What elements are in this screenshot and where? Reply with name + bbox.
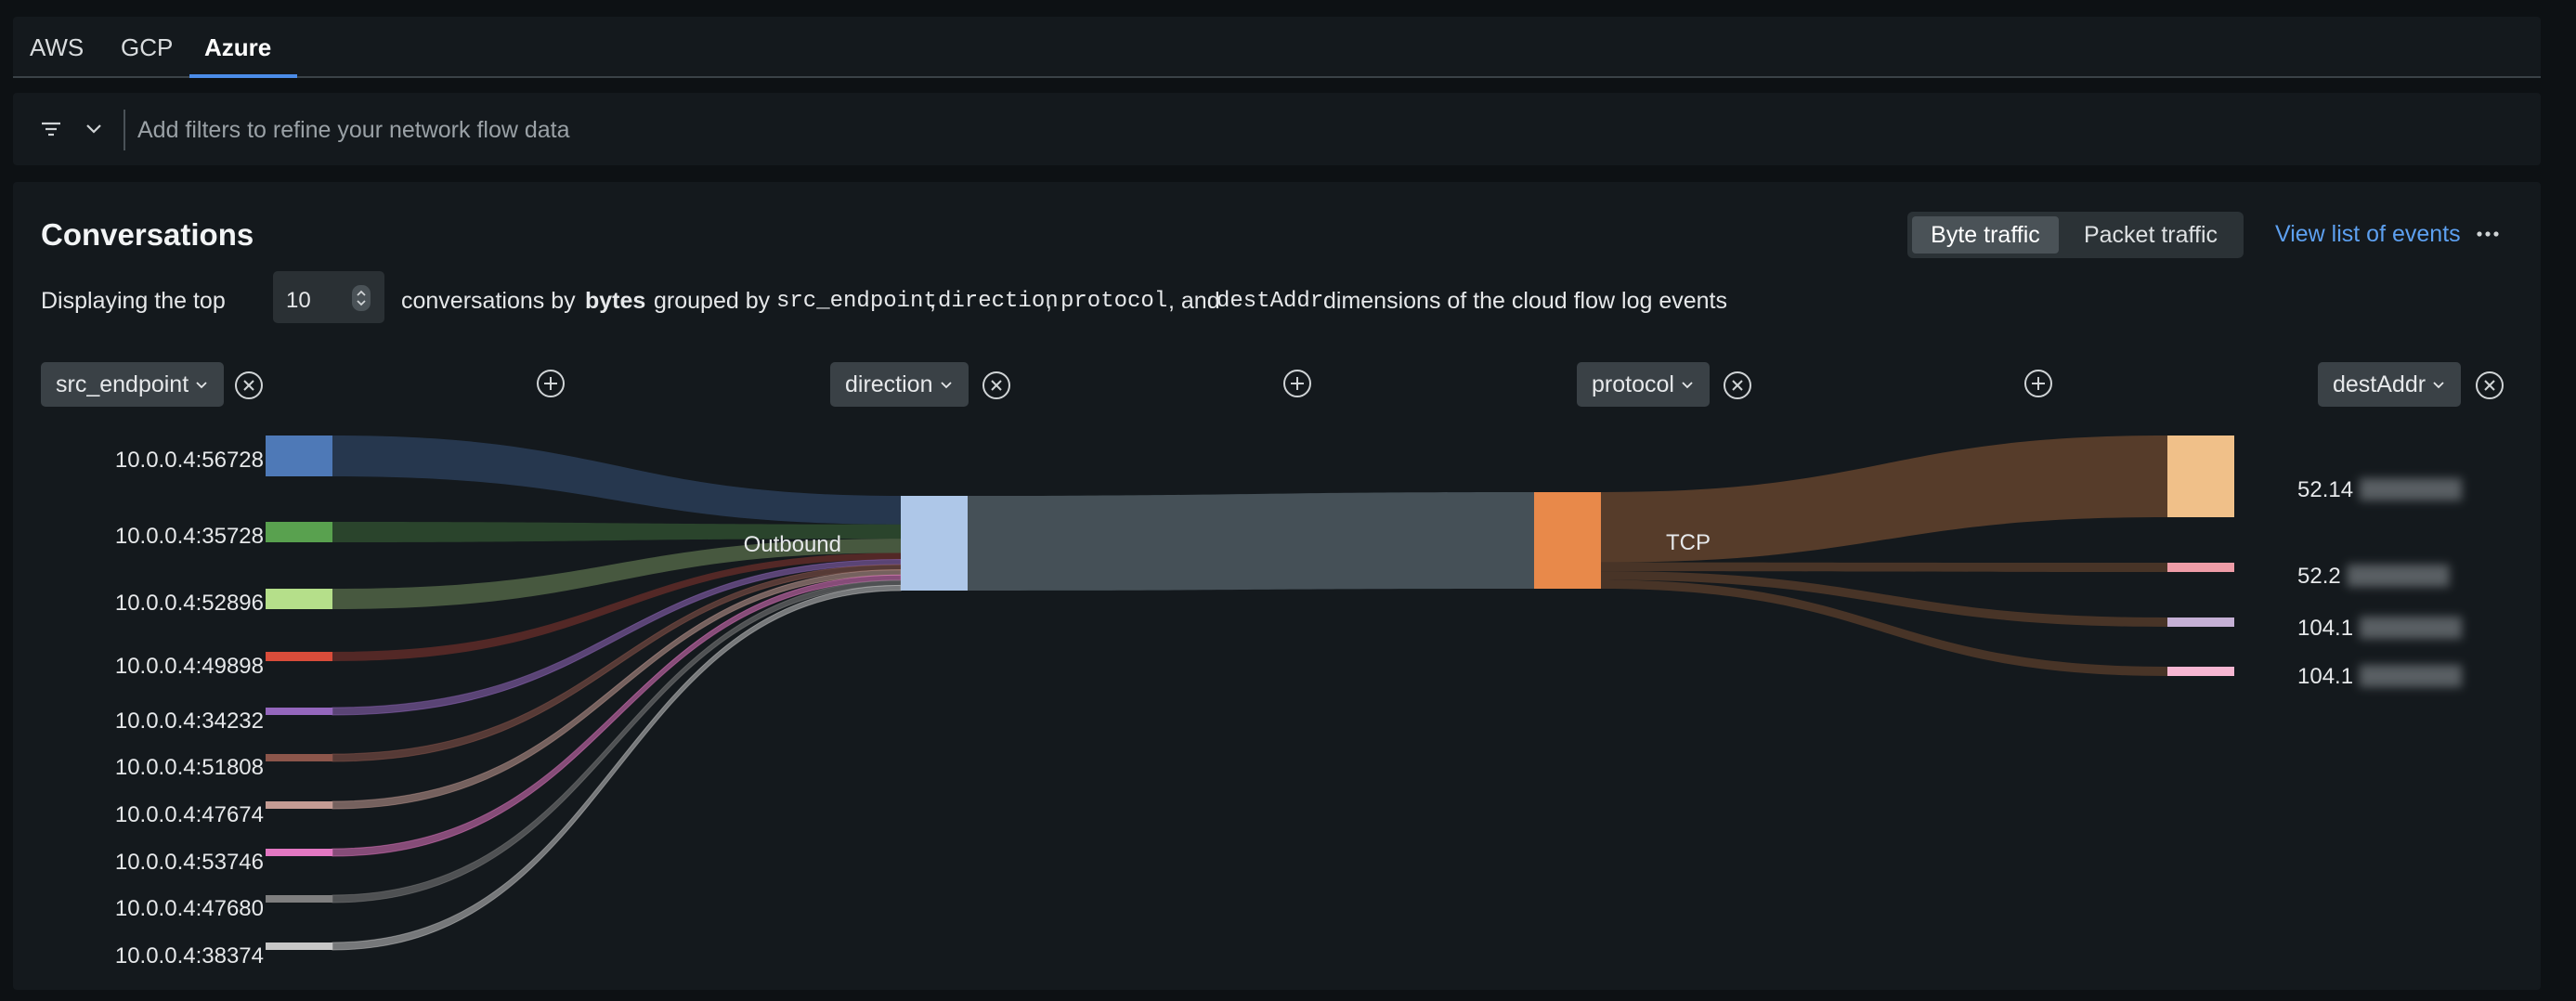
sentence-comma: , — [1046, 288, 1052, 314]
sankey-source-label: 10.0.0.4:34232 — [115, 708, 264, 734]
sankey-node-destination[interactable] — [2167, 563, 2234, 572]
sankey-source-label: 10.0.0.4:35728 — [115, 524, 264, 549]
sankey-node-destination[interactable] — [2167, 618, 2234, 627]
tab-aws[interactable]: AWS — [30, 33, 84, 62]
sankey-node-source[interactable] — [266, 652, 332, 661]
sankey-node-source[interactable] — [266, 436, 332, 476]
remove-dimension-button[interactable] — [2474, 370, 2505, 401]
sentence-dim-protocol: protocol — [1060, 289, 1168, 314]
cloud-provider-tabs: AWS GCP Azure — [13, 17, 2541, 78]
chevron-down-icon — [196, 382, 207, 389]
filter-input[interactable] — [136, 106, 1625, 154]
sankey-link-protocol-destination[interactable] — [1601, 571, 2167, 627]
dimension-chip-label: destAddr — [2333, 371, 2426, 397]
sankey-destination-label: 104.1 — [2297, 616, 2353, 641]
sankey-source-label: 10.0.0.4:51808 — [115, 755, 264, 780]
sankey-link-source-direction[interactable] — [332, 574, 902, 857]
sentence-mid: conversations by — [401, 288, 576, 314]
tab-underline — [13, 76, 2541, 78]
sankey-node-destination[interactable] — [2167, 436, 2234, 517]
dimension-chip-src-endpoint[interactable]: src_endpoint — [41, 362, 225, 407]
sentence-dim-src-endpoint: src_endpoint — [776, 289, 937, 314]
sankey-node-source[interactable] — [266, 849, 332, 856]
sankey-destination-label: 104.1 — [2297, 664, 2353, 689]
chevron-down-icon — [2433, 382, 2444, 389]
sankey-node-source[interactable] — [266, 801, 332, 809]
dimension-chip-label: src_endpoint — [56, 371, 189, 397]
sentence-metric: bytes — [585, 288, 646, 314]
sankey-source-label: 10.0.0.4:53746 — [115, 850, 264, 875]
packet-traffic-button[interactable]: Packet traffic — [2063, 216, 2238, 254]
sankey-link-source-direction[interactable] — [332, 436, 901, 525]
sankey-source-label: 10.0.0.4:47680 — [115, 896, 264, 921]
sankey-source-label: 10.0.0.4:56728 — [115, 448, 264, 473]
sankey-destination-label: 52.14 — [2297, 477, 2353, 502]
dimension-chip-destaddr[interactable]: destAddr — [2318, 362, 2462, 407]
sankey-source-label: 10.0.0.4:49898 — [115, 654, 264, 679]
sentence-suffix: dimensions of the cloud flow log events — [1323, 288, 1727, 314]
tab-gcp[interactable]: GCP — [121, 33, 173, 62]
stepper-arrows-icon[interactable] — [351, 284, 371, 312]
add-dimension-button[interactable] — [535, 368, 566, 399]
sankey-node-source[interactable] — [266, 754, 332, 761]
remove-dimension-button[interactable] — [233, 370, 265, 401]
dimension-chip-direction[interactable]: direction — [830, 362, 969, 407]
sankey-link-direction-protocol[interactable] — [968, 492, 1534, 591]
sankey-destination-label: 52.2 — [2297, 564, 2341, 589]
count-value: 10 — [286, 288, 311, 313]
chevron-down-icon — [940, 382, 952, 389]
sankey-source-label: 10.0.0.4:47674 — [115, 802, 264, 827]
dimension-chip-label: protocol — [1592, 371, 1674, 397]
sankey-node-protocol[interactable] — [1534, 492, 1601, 589]
tab-active-indicator — [189, 74, 297, 78]
sankey-node-source[interactable] — [266, 942, 332, 950]
sankey-node-source[interactable] — [266, 522, 332, 542]
byte-traffic-button[interactable]: Byte traffic — [1912, 216, 2059, 254]
sankey-links — [332, 436, 2167, 951]
sentence-prefix: Displaying the top — [41, 288, 226, 314]
sentence-comma: , — [930, 288, 936, 314]
sankey-direction-label: Outbound — [744, 532, 841, 557]
sankey-link-protocol-destination[interactable] — [1601, 562, 2167, 572]
section-title: Conversations — [41, 217, 254, 252]
sankey-protocol-label: TCP — [1666, 530, 1711, 555]
conversations-panel: 10.0.0.4:56728 10.0.0.4:35728 10.0.0.4:528… — [13, 182, 2541, 990]
sankey-node-source[interactable] — [266, 589, 332, 609]
filter-divider — [124, 110, 125, 150]
sankey-node-destination[interactable] — [2167, 667, 2234, 676]
tab-azure[interactable]: Azure — [204, 33, 271, 62]
redacted-address-blur — [2360, 665, 2462, 687]
sankey-node-direction[interactable] — [901, 496, 968, 591]
dimension-chip-label: direction — [845, 371, 933, 397]
add-dimension-button[interactable] — [1281, 368, 1313, 399]
view-events-link[interactable]: View list of events — [2275, 221, 2461, 248]
redacted-address-blur — [2360, 617, 2462, 639]
traffic-type-toggle: Byte traffic Packet traffic — [1907, 212, 2244, 258]
redacted-address-blur — [2347, 565, 2450, 587]
conversation-count-stepper[interactable]: 10 — [273, 271, 384, 323]
filter-icon[interactable] — [37, 115, 65, 143]
sankey-link-source-direction[interactable] — [332, 579, 902, 904]
sankey-node-source[interactable] — [266, 708, 332, 715]
remove-dimension-button[interactable] — [981, 370, 1012, 401]
dimension-chip-protocol[interactable]: protocol — [1577, 362, 1710, 407]
sentence-dim-destaddr: destAddr — [1216, 289, 1324, 314]
redacted-address-blur — [2360, 478, 2462, 500]
sankey-source-label: 10.0.0.4:38374 — [115, 943, 264, 968]
sentence-and: , and — [1168, 288, 1220, 314]
sentence-dim-direction: direction — [938, 289, 1059, 314]
filter-bar — [13, 93, 2541, 165]
remove-dimension-button[interactable] — [1722, 370, 1753, 401]
sankey-source-label: 10.0.0.4:52896 — [115, 591, 264, 616]
chevron-down-icon — [1682, 382, 1693, 389]
add-dimension-button[interactable] — [2023, 368, 2054, 399]
chevron-down-icon[interactable] — [80, 115, 108, 143]
sentence-grouped-by: grouped by — [654, 288, 771, 314]
sankey-node-source[interactable] — [266, 895, 332, 903]
more-options-icon[interactable] — [2476, 225, 2500, 243]
